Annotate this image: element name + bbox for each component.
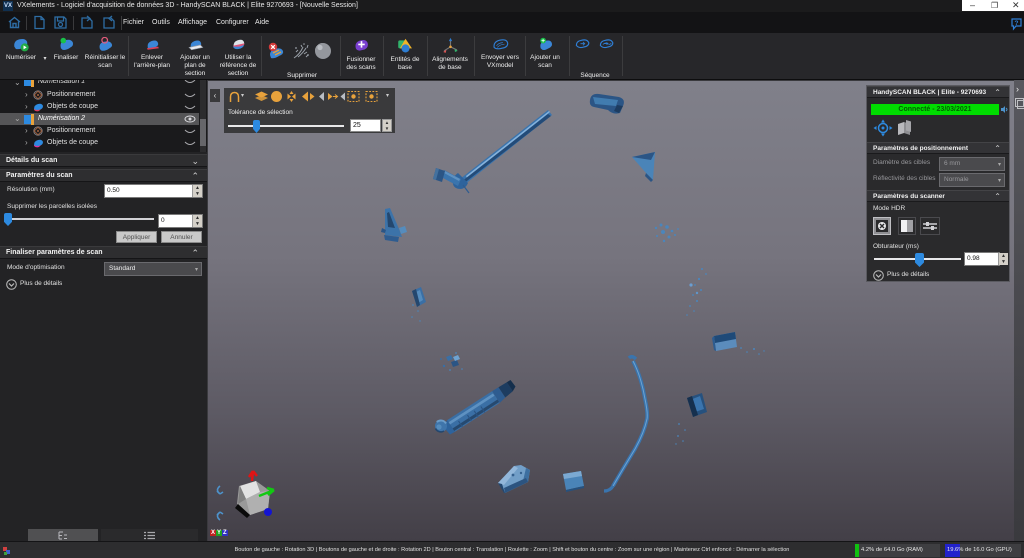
svg-text:?: ? bbox=[1015, 20, 1019, 27]
